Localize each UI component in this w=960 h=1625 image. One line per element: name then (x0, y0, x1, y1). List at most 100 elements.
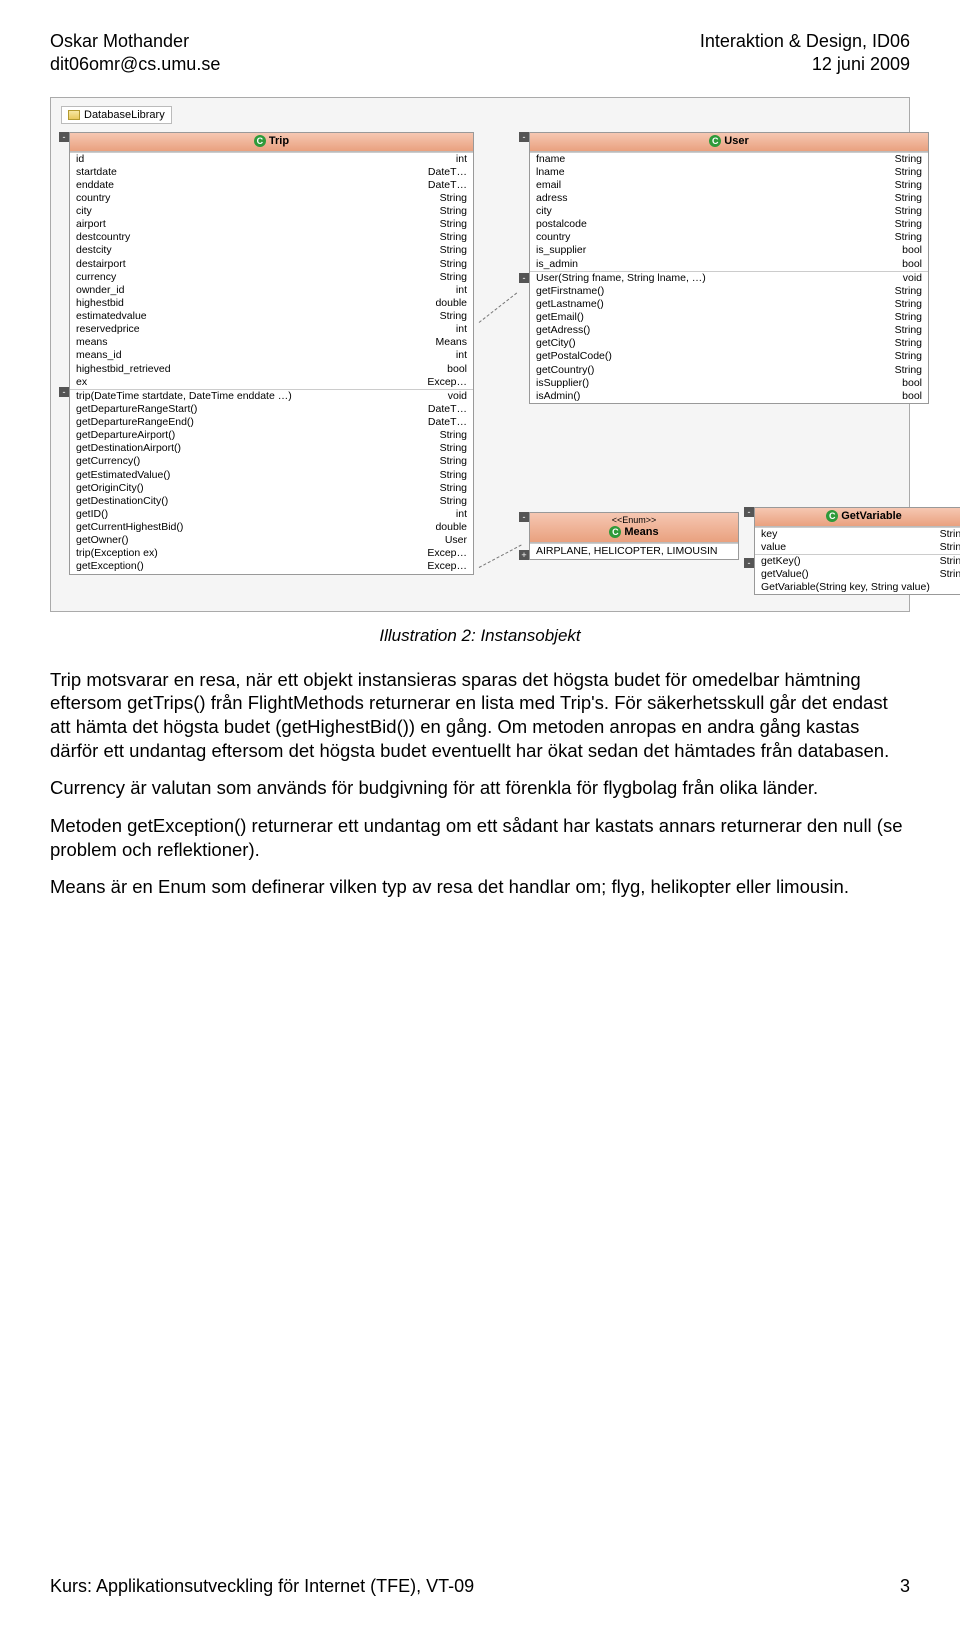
member-row: User(String fname, String lname, …)void (530, 272, 928, 285)
member-row: estimatedvalueString (70, 310, 473, 323)
member-row: destcountryString (70, 231, 473, 244)
member-row: getException()Excep… (70, 560, 473, 573)
collapse-handle[interactable]: - (519, 512, 529, 522)
member-row: getAdress()String (530, 324, 928, 337)
collapse-handle[interactable]: - (59, 387, 69, 397)
member-row: getCountry()String (530, 364, 928, 377)
member-row: GetVariable(String key, String value) (755, 581, 960, 594)
uml-diagram: DatabaseLibrary CTrip - idintstartdateDa… (50, 97, 910, 612)
member-row: enddateDateT… (70, 179, 473, 192)
course-name: Interaktion & Design, ID06 (700, 30, 910, 53)
member-row: getFirstname()String (530, 285, 928, 298)
member-row: is_supplierbool (530, 244, 928, 257)
member-row: getPostalCode()String (530, 350, 928, 363)
paragraph: Metoden getException() returnerar ett un… (50, 814, 910, 861)
class-trip: CTrip - idintstartdateDateT…enddateDateT… (69, 132, 474, 575)
package-name: DatabaseLibrary (84, 109, 165, 121)
member-row: getKey()String (755, 555, 960, 568)
page-footer: Kurs: Applikationsutveckling för Interne… (50, 1576, 910, 1597)
member-row: trip(Exception ex)Excep… (70, 547, 473, 560)
class-header: <<Enum>> CMeans (530, 513, 738, 543)
paragraph: Currency är valutan som används för budg… (50, 776, 910, 800)
member-row: countryString (70, 192, 473, 205)
member-row: isSupplier()bool (530, 377, 928, 390)
class-icon: C (826, 510, 838, 522)
class-header: CTrip (70, 133, 473, 152)
member-row: trip(DateTime startdate, DateTime enddat… (70, 390, 473, 403)
class-title: User (724, 135, 748, 147)
header-date: 12 juni 2009 (700, 53, 910, 76)
member-row: valueString (755, 541, 960, 554)
member-row: getID()int (70, 508, 473, 521)
page-header: Oskar Mothander dit06omr@cs.umu.se Inter… (50, 30, 910, 77)
member-row: getDepartureRangeStart()DateT… (70, 403, 473, 416)
class-header: CGetVariable (755, 508, 960, 527)
member-row: exExcep… (70, 376, 473, 389)
member-row: emailString (530, 179, 928, 192)
collapse-handle[interactable]: - (744, 507, 754, 517)
member-row: getDestinationCity()String (70, 495, 473, 508)
member-row: means_idint (70, 349, 473, 362)
page-number: 3 (900, 1576, 910, 1597)
member-row: ownder_idint (70, 284, 473, 297)
author-email: dit06omr@cs.umu.se (50, 53, 220, 76)
member-row: getOwner()User (70, 534, 473, 547)
class-icon: C (709, 135, 721, 147)
collapse-handle[interactable]: - (519, 132, 529, 142)
member-row: getDepartureRangeEnd()DateT… (70, 416, 473, 429)
member-row: reservedpriceint (70, 323, 473, 336)
collapse-handle[interactable]: - (59, 132, 69, 142)
member-row: getEmail()String (530, 311, 928, 324)
member-row: destairportString (70, 258, 473, 271)
association-line (479, 292, 517, 322)
class-title: GetVariable (841, 510, 902, 522)
collapse-handle[interactable]: - (519, 273, 529, 283)
member-row: getLastname()String (530, 298, 928, 311)
class-title: Trip (269, 135, 289, 147)
member-row: cityString (530, 205, 928, 218)
member-row: getCity()String (530, 337, 928, 350)
class-means: <<Enum>> CMeans - + AIRPLANE, HELICOPTER… (529, 512, 739, 560)
collapse-handle[interactable]: - (744, 558, 754, 568)
class-icon: C (254, 135, 266, 147)
member-row: getDepartureAirport()String (70, 429, 473, 442)
member-row: idint (70, 153, 473, 166)
member-row: destcityString (70, 244, 473, 257)
class-title: Means (624, 526, 658, 538)
member-row: currencyString (70, 271, 473, 284)
member-row: fnameString (530, 153, 928, 166)
class-icon: C (609, 526, 621, 538)
member-row: keyString (755, 528, 960, 541)
class-getvariable: CGetVariable - keyStringvalueString - ge… (754, 507, 960, 595)
expand-handle[interactable]: + (519, 550, 529, 560)
member-row: getEstimatedValue()String (70, 469, 473, 482)
package-label: DatabaseLibrary (61, 106, 172, 124)
member-row: cityString (70, 205, 473, 218)
enum-values: AIRPLANE, HELICOPTER, LIMOUSIN (530, 543, 738, 559)
member-row: countryString (530, 231, 928, 244)
member-row: highestbid_retrievedbool (70, 363, 473, 376)
member-row: getOriginCity()String (70, 482, 473, 495)
paragraph: Means är en Enum som definerar vilken ty… (50, 875, 910, 899)
member-row: is_adminbool (530, 258, 928, 271)
member-row: airportString (70, 218, 473, 231)
member-row: highestbiddouble (70, 297, 473, 310)
member-row: postalcodeString (530, 218, 928, 231)
member-row: meansMeans (70, 336, 473, 349)
author-name: Oskar Mothander (50, 30, 220, 53)
member-row: getDestinationAirport()String (70, 442, 473, 455)
figure-caption: Illustration 2: Instansobjekt (50, 626, 910, 646)
member-row: startdateDateT… (70, 166, 473, 179)
member-row: lnameString (530, 166, 928, 179)
association-line (479, 544, 522, 567)
paragraph: Trip motsvarar en resa, när ett objekt i… (50, 668, 910, 763)
package-icon (68, 110, 80, 120)
footer-course: Kurs: Applikationsutveckling för Interne… (50, 1576, 474, 1597)
member-row: adressString (530, 192, 928, 205)
member-row: isAdmin()bool (530, 390, 928, 403)
class-header: CUser (530, 133, 928, 152)
member-row: getCurrentHighestBid()double (70, 521, 473, 534)
stereotype: <<Enum>> (530, 515, 738, 526)
class-user: CUser - fnameStringlnameStringemailStrin… (529, 132, 929, 404)
member-row: getValue()String (755, 568, 960, 581)
